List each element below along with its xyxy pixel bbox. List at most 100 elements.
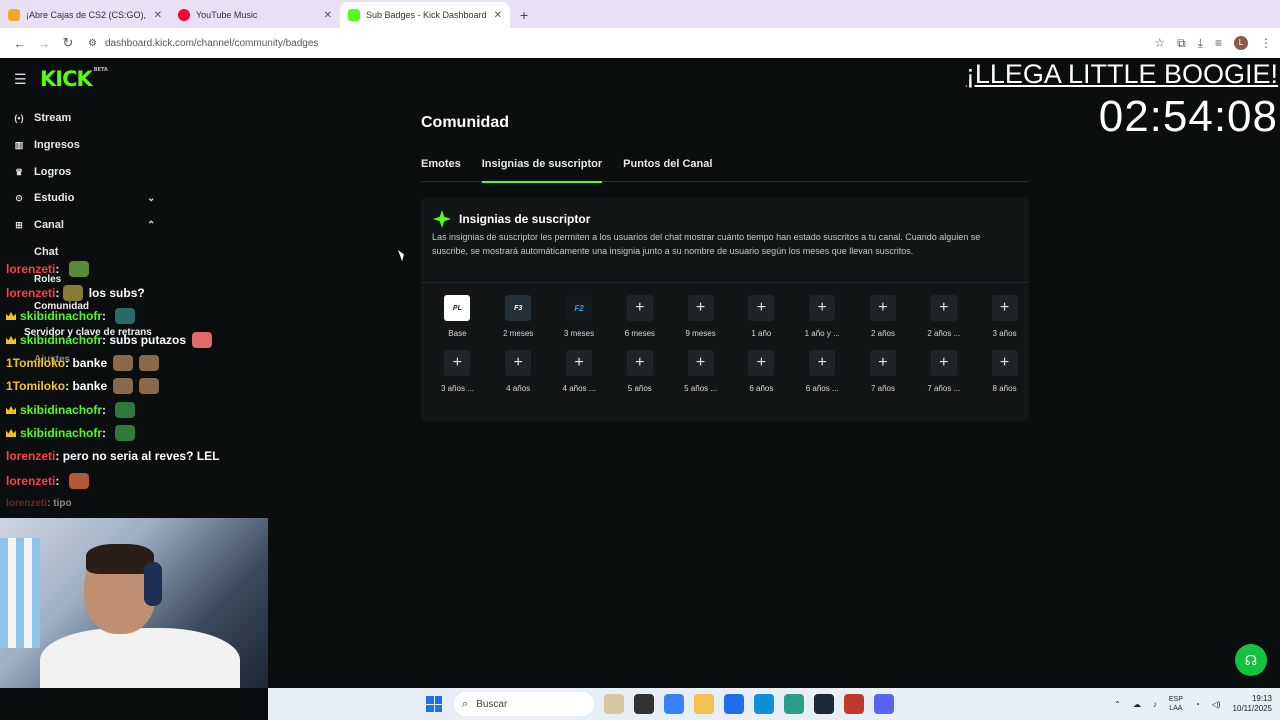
badge-slot[interactable]: +9 meses <box>670 295 731 338</box>
download-icon[interactable]: ⤓ <box>1198 36 1203 51</box>
tab-emotes[interactable]: Emotes <box>421 158 461 182</box>
taskbar-clock[interactable]: 19:13 10/11/2025 <box>1233 694 1272 714</box>
add-badge-icon[interactable]: + <box>687 295 714 321</box>
badge-slot[interactable]: F3 2 meses <box>488 295 549 338</box>
badge-slot[interactable]: +2 años ... <box>913 295 974 338</box>
chat-username[interactable]: 1Tomiloko <box>6 356 65 370</box>
sidebar-subitem-chat[interactable]: Chat <box>34 246 58 258</box>
back-icon[interactable]: ← <box>8 36 32 51</box>
badge-slot[interactable]: +4 años <box>488 350 549 393</box>
chat-username[interactable]: 1Tomiloko <box>6 379 65 393</box>
tray-chevron-up-icon[interactable]: ⌃ <box>1114 700 1121 709</box>
badge-slot[interactable]: +1 año <box>731 295 792 338</box>
windows-start-icon[interactable] <box>426 696 442 712</box>
browser-tab-cs2[interactable]: ¡Abre Cajas de CS2 (CS:GO), Ga ✕ <box>0 2 170 28</box>
badge-slot[interactable]: +3 años ... <box>427 350 488 393</box>
wifi-icon[interactable]: ◔ <box>1195 700 1200 709</box>
close-tab-icon[interactable]: ✕ <box>494 10 502 21</box>
badge-image[interactable]: PL <box>444 295 471 321</box>
tab-puntos-canal[interactable]: Puntos del Canal <box>623 158 712 182</box>
badge-slot[interactable]: +7 años ... <box>913 350 974 393</box>
chat-username[interactable]: skibidinachofr <box>20 333 102 347</box>
add-badge-icon[interactable]: + <box>626 350 653 376</box>
add-badge-icon[interactable]: + <box>687 350 714 376</box>
add-badge-icon[interactable]: + <box>505 350 532 376</box>
sidebar-item-ingresos[interactable]: ▥ Ingresos <box>12 139 80 151</box>
reload-icon[interactable]: ↻ <box>56 35 80 51</box>
add-badge-icon[interactable]: + <box>809 295 836 321</box>
add-badge-icon[interactable]: + <box>869 295 896 321</box>
add-badge-icon[interactable]: + <box>748 295 775 321</box>
add-badge-icon[interactable]: + <box>869 350 896 376</box>
taskbar-app-icon[interactable] <box>664 694 684 714</box>
sidebar-item-stream[interactable]: (•) Stream <box>12 112 71 124</box>
taskbar-app-icon[interactable] <box>724 694 744 714</box>
taskbar-app-icon[interactable] <box>604 694 624 714</box>
chat-username[interactable]: lorenzeti <box>6 474 55 488</box>
badge-slot[interactable]: F2 3 meses <box>549 295 610 338</box>
close-tab-icon[interactable]: ✕ <box>154 10 162 21</box>
chevron-up-icon[interactable]: ⌃ <box>147 220 155 231</box>
taskbar-app-icon[interactable] <box>694 694 714 714</box>
chat-username[interactable]: lorenzeti <box>6 449 55 463</box>
chat-username[interactable]: lorenzeti <box>6 498 47 509</box>
chat-username[interactable]: lorenzeti <box>6 262 55 276</box>
extensions-icon[interactable]: ⧉ <box>1177 36 1186 51</box>
badge-slot[interactable]: +2 años <box>853 295 914 338</box>
volume-icon[interactable]: ◁) <box>1212 700 1221 709</box>
taskbar-search[interactable]: ⌕ Buscar <box>454 692 594 716</box>
add-badge-icon[interactable]: + <box>748 350 775 376</box>
close-tab-icon[interactable]: ✕ <box>324 10 332 21</box>
site-info-icon[interactable]: ⚙ <box>88 38 97 49</box>
taskbar-app-icon[interactable] <box>784 694 804 714</box>
chevron-down-icon[interactable]: ⌄ <box>147 193 155 204</box>
address-bar[interactable]: ⚙ dashboard.kick.com/channel/community/b… <box>80 31 1140 55</box>
chat-username[interactable]: skibidinachofr <box>20 426 102 440</box>
tray-mic-icon[interactable]: ♪ <box>1153 700 1157 709</box>
badge-slot[interactable]: +4 años ... <box>549 350 610 393</box>
badge-slot[interactable]: PL Base <box>427 295 488 338</box>
taskbar-app-icon[interactable] <box>814 694 834 714</box>
browser-tab-kick-dashboard[interactable]: Sub Badges - Kick Dashboard ✕ <box>340 2 510 28</box>
badge-slot[interactable]: +6 años <box>731 350 792 393</box>
badge-slot[interactable]: +5 años ... <box>670 350 731 393</box>
add-badge-icon[interactable]: + <box>809 350 836 376</box>
sidebar-item-canal[interactable]: ⊞ Canal ⌃ <box>12 219 172 231</box>
add-badge-icon[interactable]: + <box>991 295 1018 321</box>
bookmark-star-icon[interactable]: ☆ <box>1154 36 1165 50</box>
badge-image[interactable]: F2 <box>565 295 592 321</box>
input-language[interactable]: ESP LAA <box>1169 695 1183 713</box>
media-icon[interactable]: ≡ <box>1215 36 1222 50</box>
sidebar-item-estudio[interactable]: ⊙ Estudio ⌄ <box>12 192 172 204</box>
add-badge-icon[interactable]: + <box>444 350 471 376</box>
profile-avatar[interactable]: L <box>1234 36 1248 50</box>
badge-slot[interactable]: +6 meses <box>609 295 670 338</box>
browser-tab-youtube-music[interactable]: YouTube Music ✕ <box>170 2 340 28</box>
tray-cloud-icon[interactable]: ☁ <box>1133 700 1141 709</box>
sidebar-item-logros[interactable]: ♛ Logros <box>12 166 71 178</box>
add-badge-icon[interactable]: + <box>930 350 957 376</box>
new-tab-icon[interactable]: + <box>520 2 528 28</box>
badge-slot[interactable]: +6 años ... <box>792 350 853 393</box>
badge-image[interactable]: F3 <box>505 295 532 321</box>
badge-slot[interactable]: +5 años <box>609 350 670 393</box>
taskbar-app-icon[interactable] <box>844 694 864 714</box>
badge-slot[interactable]: +3 años <box>974 295 1035 338</box>
taskbar-app-icon[interactable] <box>874 694 894 714</box>
add-badge-icon[interactable]: + <box>626 295 653 321</box>
help-chat-button[interactable]: ☊ <box>1235 644 1267 676</box>
add-badge-icon[interactable]: + <box>930 295 957 321</box>
add-badge-icon[interactable]: + <box>991 350 1018 376</box>
badge-slot[interactable]: +1 año y ... <box>792 295 853 338</box>
menu-hamburger-icon[interactable]: ☰ <box>14 71 28 88</box>
taskbar-app-icon[interactable] <box>634 694 654 714</box>
forward-icon[interactable]: → <box>32 36 56 51</box>
add-badge-icon[interactable]: + <box>565 350 592 376</box>
browser-menu-icon[interactable]: ⋮ <box>1260 36 1272 50</box>
chat-username[interactable]: skibidinachofr <box>20 403 102 417</box>
taskbar-app-icon[interactable] <box>754 694 774 714</box>
chat-username[interactable]: lorenzeti <box>6 286 55 300</box>
tab-insignias-suscriptor[interactable]: Insignias de suscriptor <box>481 158 603 183</box>
badge-slot[interactable]: +7 años <box>853 350 914 393</box>
badge-slot[interactable]: +8 años <box>974 350 1035 393</box>
